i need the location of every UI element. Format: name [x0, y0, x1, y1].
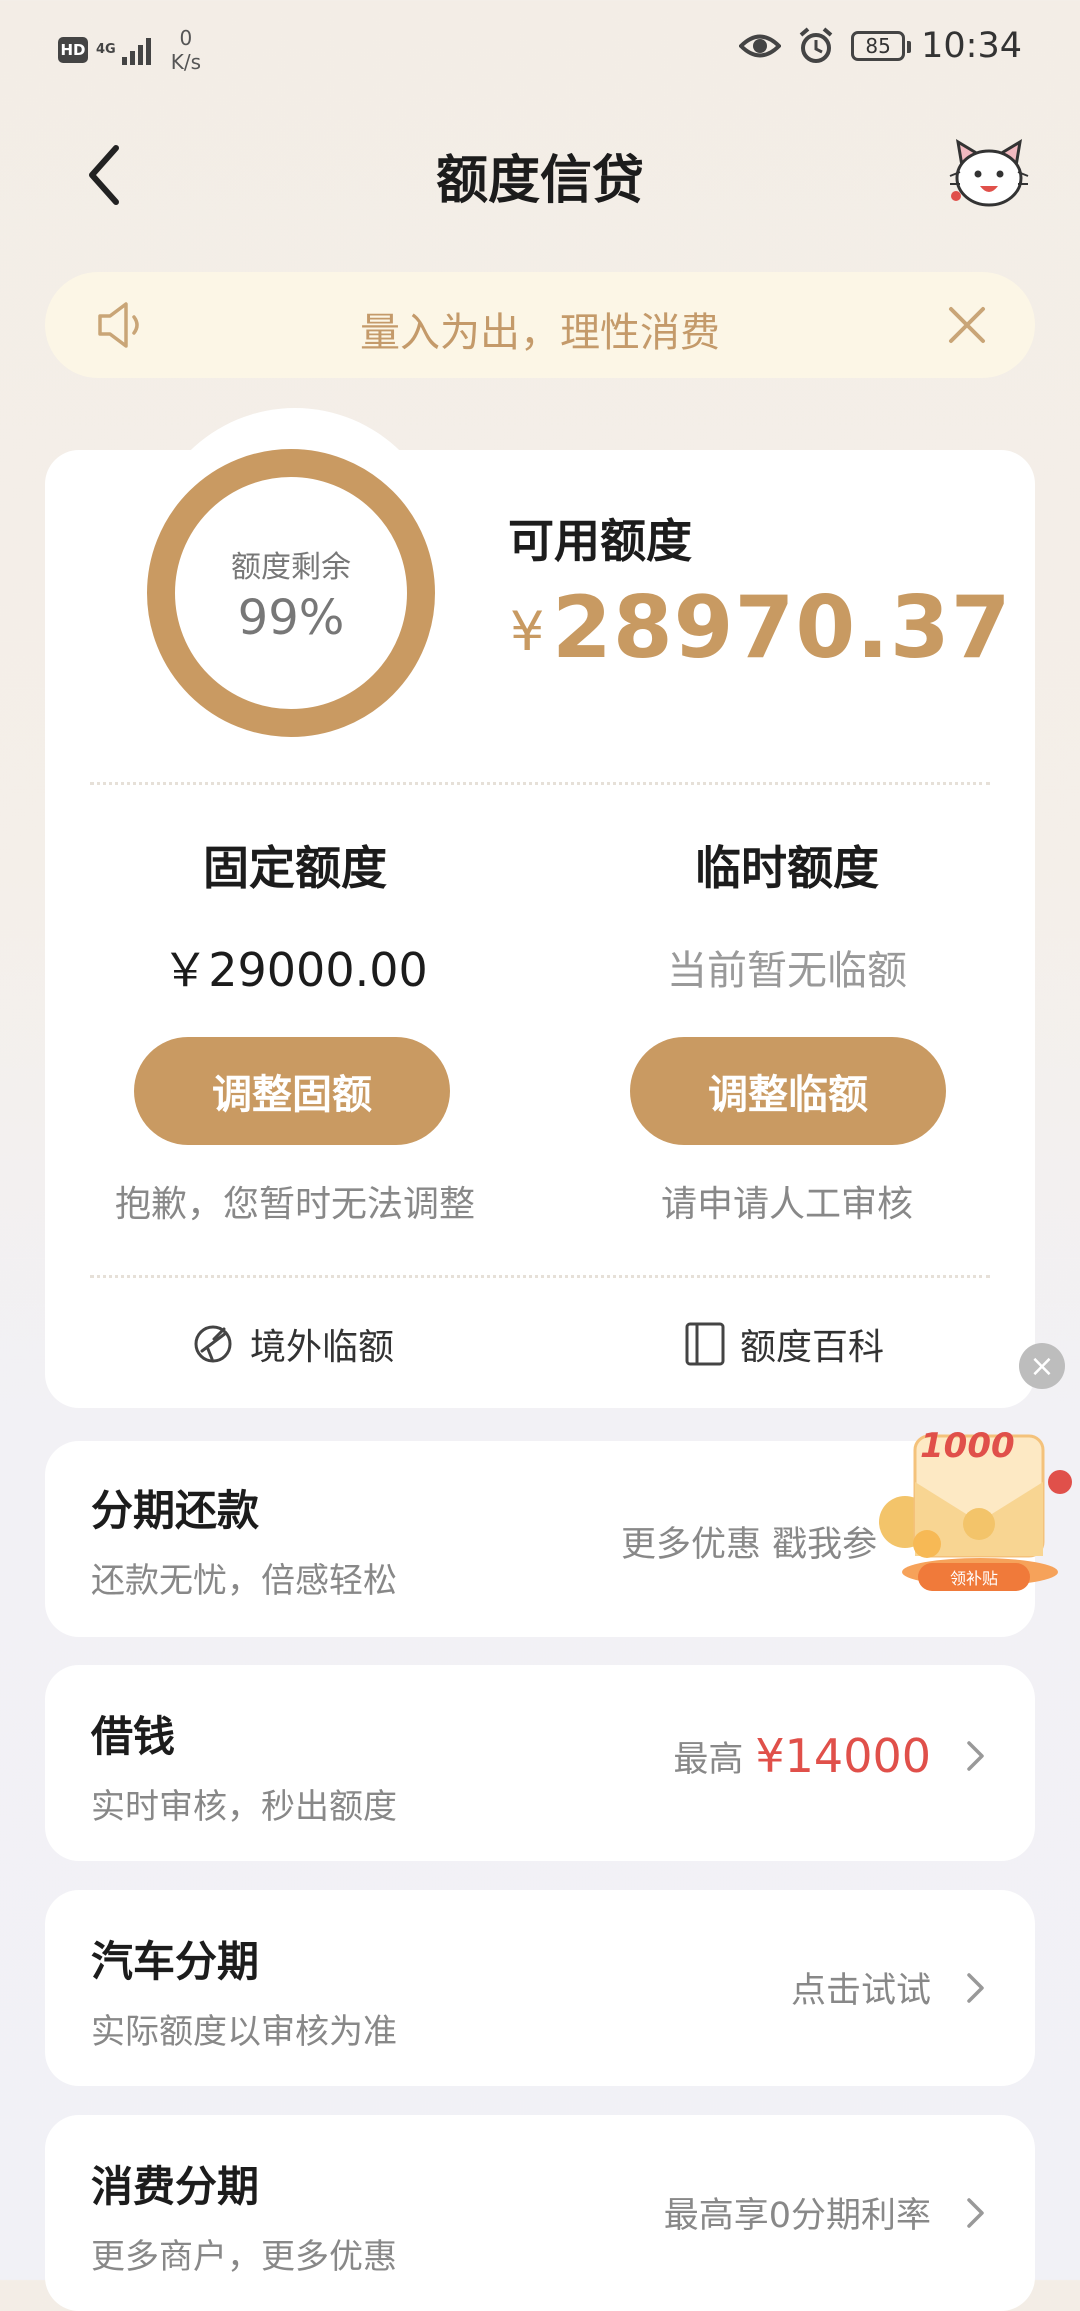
available-currency: ¥	[510, 600, 545, 663]
close-icon[interactable]	[946, 304, 988, 346]
list-item-car-installment[interactable]: 汽车分期 实际额度以审核为准 点击试试	[45, 1890, 1035, 2086]
list-item-consumer-installment[interactable]: 消费分期 更多商户，更多优惠 最高享0分期利率	[45, 2115, 1035, 2311]
network-type: 4G	[96, 42, 116, 57]
fixed-credit-title: 固定额度	[203, 841, 387, 895]
promo-close-button[interactable]: ×	[1019, 1343, 1065, 1389]
alarm-icon	[799, 27, 833, 63]
list-item-subtitle: 更多商户，更多优惠	[91, 2237, 397, 2277]
available-amount: 28970.37	[552, 578, 1012, 678]
list-item-right-text: 更多优惠 戳我参	[621, 1525, 878, 1565]
fixed-credit-amount: ￥29000.00	[162, 943, 428, 997]
hd-icon: HD	[58, 37, 88, 63]
divider	[90, 1275, 990, 1278]
book-icon	[685, 1322, 725, 1366]
list-item-subtitle: 实际额度以审核为准	[91, 2012, 397, 2052]
adjust-temp-button[interactable]: 调整临额	[630, 1037, 946, 1145]
list-item-right: 最高享0分期利率	[664, 2187, 987, 2238]
chevron-right-icon	[967, 1741, 984, 1771]
page-title: 额度信贷	[435, 151, 644, 211]
eye-icon	[739, 34, 782, 58]
mascot-cat-icon[interactable]	[948, 136, 1030, 212]
available-label: 可用额度	[508, 514, 692, 568]
remaining-label: 额度剩余	[231, 550, 351, 585]
temp-credit-amount: 当前暂无临额	[667, 948, 907, 994]
temp-credit-title: 临时额度	[695, 841, 879, 895]
temp-credit-note: 请申请人工审核	[660, 1184, 913, 1225]
network-speed: 0 K/s	[170, 26, 201, 74]
plane-globe-icon	[194, 1325, 232, 1363]
list-item-title: 汽车分期	[91, 1937, 260, 1986]
remaining-percent: 99%	[237, 590, 345, 646]
credit-encyclopedia-link[interactable]: 额度百科	[684, 1318, 884, 1370]
credit-encyclopedia-label: 额度百科	[740, 1327, 885, 1368]
promo-amount: 1000	[920, 1426, 1015, 1466]
list-item-right: 最高 ¥14000	[673, 1729, 987, 1783]
status-bar-right: 85 10:34	[739, 22, 1022, 70]
list-item-subtitle: 实时审核，秒出额度	[91, 1787, 397, 1827]
overseas-credit-link[interactable]: 境外临额	[190, 1318, 394, 1370]
list-item-title: 消费分期	[91, 2162, 260, 2211]
list-item-right-text: 点击试试	[790, 1971, 931, 2011]
list-item-subtitle: 还款无忧，倍感轻松	[91, 1561, 397, 1601]
chevron-right-icon	[967, 1972, 984, 2003]
max-label: 最高	[673, 1739, 744, 1780]
fixed-credit-note: 抱歉，您暂时无法调整	[114, 1184, 475, 1225]
list-item-title: 借钱	[91, 1712, 176, 1761]
list-item-borrow[interactable]: 借钱 实时审核，秒出额度 最高 ¥14000	[45, 1665, 1035, 1861]
max-amount: ¥14000	[755, 1729, 931, 1783]
status-bar-left: HD 4G 0 K/s	[58, 26, 201, 74]
divider	[90, 782, 990, 785]
list-item-right-text: 最高享0分期利率	[663, 2196, 931, 2236]
battery-icon: 85	[851, 31, 912, 61]
notice-text: 量入为出，理性消费	[360, 310, 720, 356]
chevron-right-icon	[967, 2197, 984, 2228]
adjust-fixed-button[interactable]: 调整固额	[134, 1037, 450, 1145]
list-item-title: 分期还款	[91, 1486, 260, 1535]
clock: 10:34	[921, 26, 1022, 66]
list-item-right: 点击试试	[791, 1962, 987, 2013]
overseas-credit-label: 境外临额	[250, 1327, 395, 1368]
claim-subsidy-button[interactable]: 领补贴	[918, 1563, 1030, 1591]
signal-icon	[121, 35, 151, 65]
